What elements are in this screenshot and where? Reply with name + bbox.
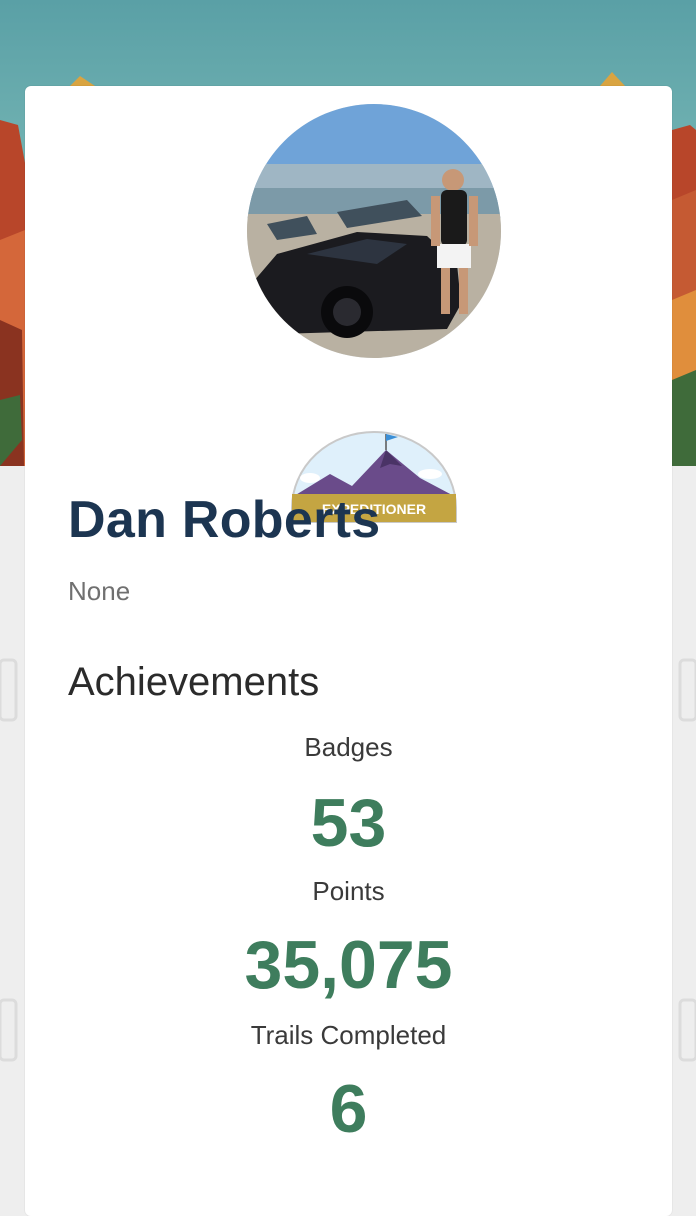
points-label: Points	[312, 876, 385, 906]
trails-completed-label: Trails Completed	[250, 1020, 447, 1050]
trails-completed-count: 6	[329, 1071, 368, 1147]
profile-company: None	[68, 576, 131, 606]
profile-name: Dan Roberts	[68, 491, 381, 549]
points-count: 35,075	[244, 927, 453, 1003]
badges-count: 53	[310, 785, 387, 861]
badges-label: Badges	[304, 732, 393, 762]
profile-avatar[interactable]	[243, 100, 505, 362]
achievements-heading: Achievements	[68, 660, 320, 704]
